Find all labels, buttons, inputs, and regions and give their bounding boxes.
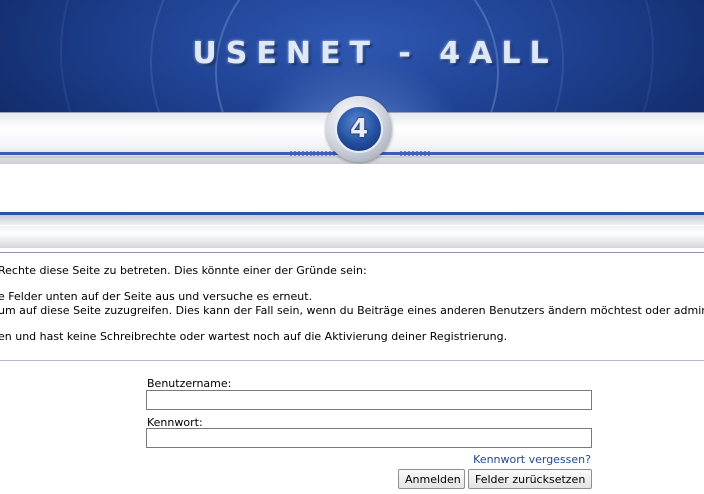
site-header: USENET - 4ALL 4 [0, 0, 704, 248]
username-label: Benutzername: [147, 377, 232, 390]
reason-text: en und hast keine Schreibrechte oder war… [0, 330, 508, 343]
permission-message-panel: Rechte diese Seite zu betreten. Dies kön… [0, 252, 704, 494]
header-panel [0, 164, 704, 212]
reason-intro-text: Rechte diese Seite zu betreten. Dies kön… [0, 264, 367, 277]
password-input[interactable] [146, 428, 592, 448]
reset-fields-button[interactable]: Felder zurücksetzen [468, 469, 592, 489]
site-logo-text: USENET - 4ALL [192, 36, 558, 71]
site-emblem-icon[interactable]: 4 [326, 96, 392, 162]
reason-text: um auf diese Seite zuzugreifen. Dies kan… [0, 304, 704, 317]
reason-text: e Felder unten auf der Seite aus und ver… [0, 290, 313, 303]
header-banner: USENET - 4ALL [0, 0, 704, 248]
login-button[interactable]: Anmelden [398, 469, 465, 489]
forgot-password-link[interactable]: Kennwort vergessen? [473, 453, 591, 466]
section-divider [0, 360, 704, 361]
chrome-highlight [0, 225, 704, 226]
username-input[interactable] [146, 390, 592, 410]
emblem-glyph: 4 [335, 105, 383, 153]
header-lower-chrome [0, 215, 704, 248]
